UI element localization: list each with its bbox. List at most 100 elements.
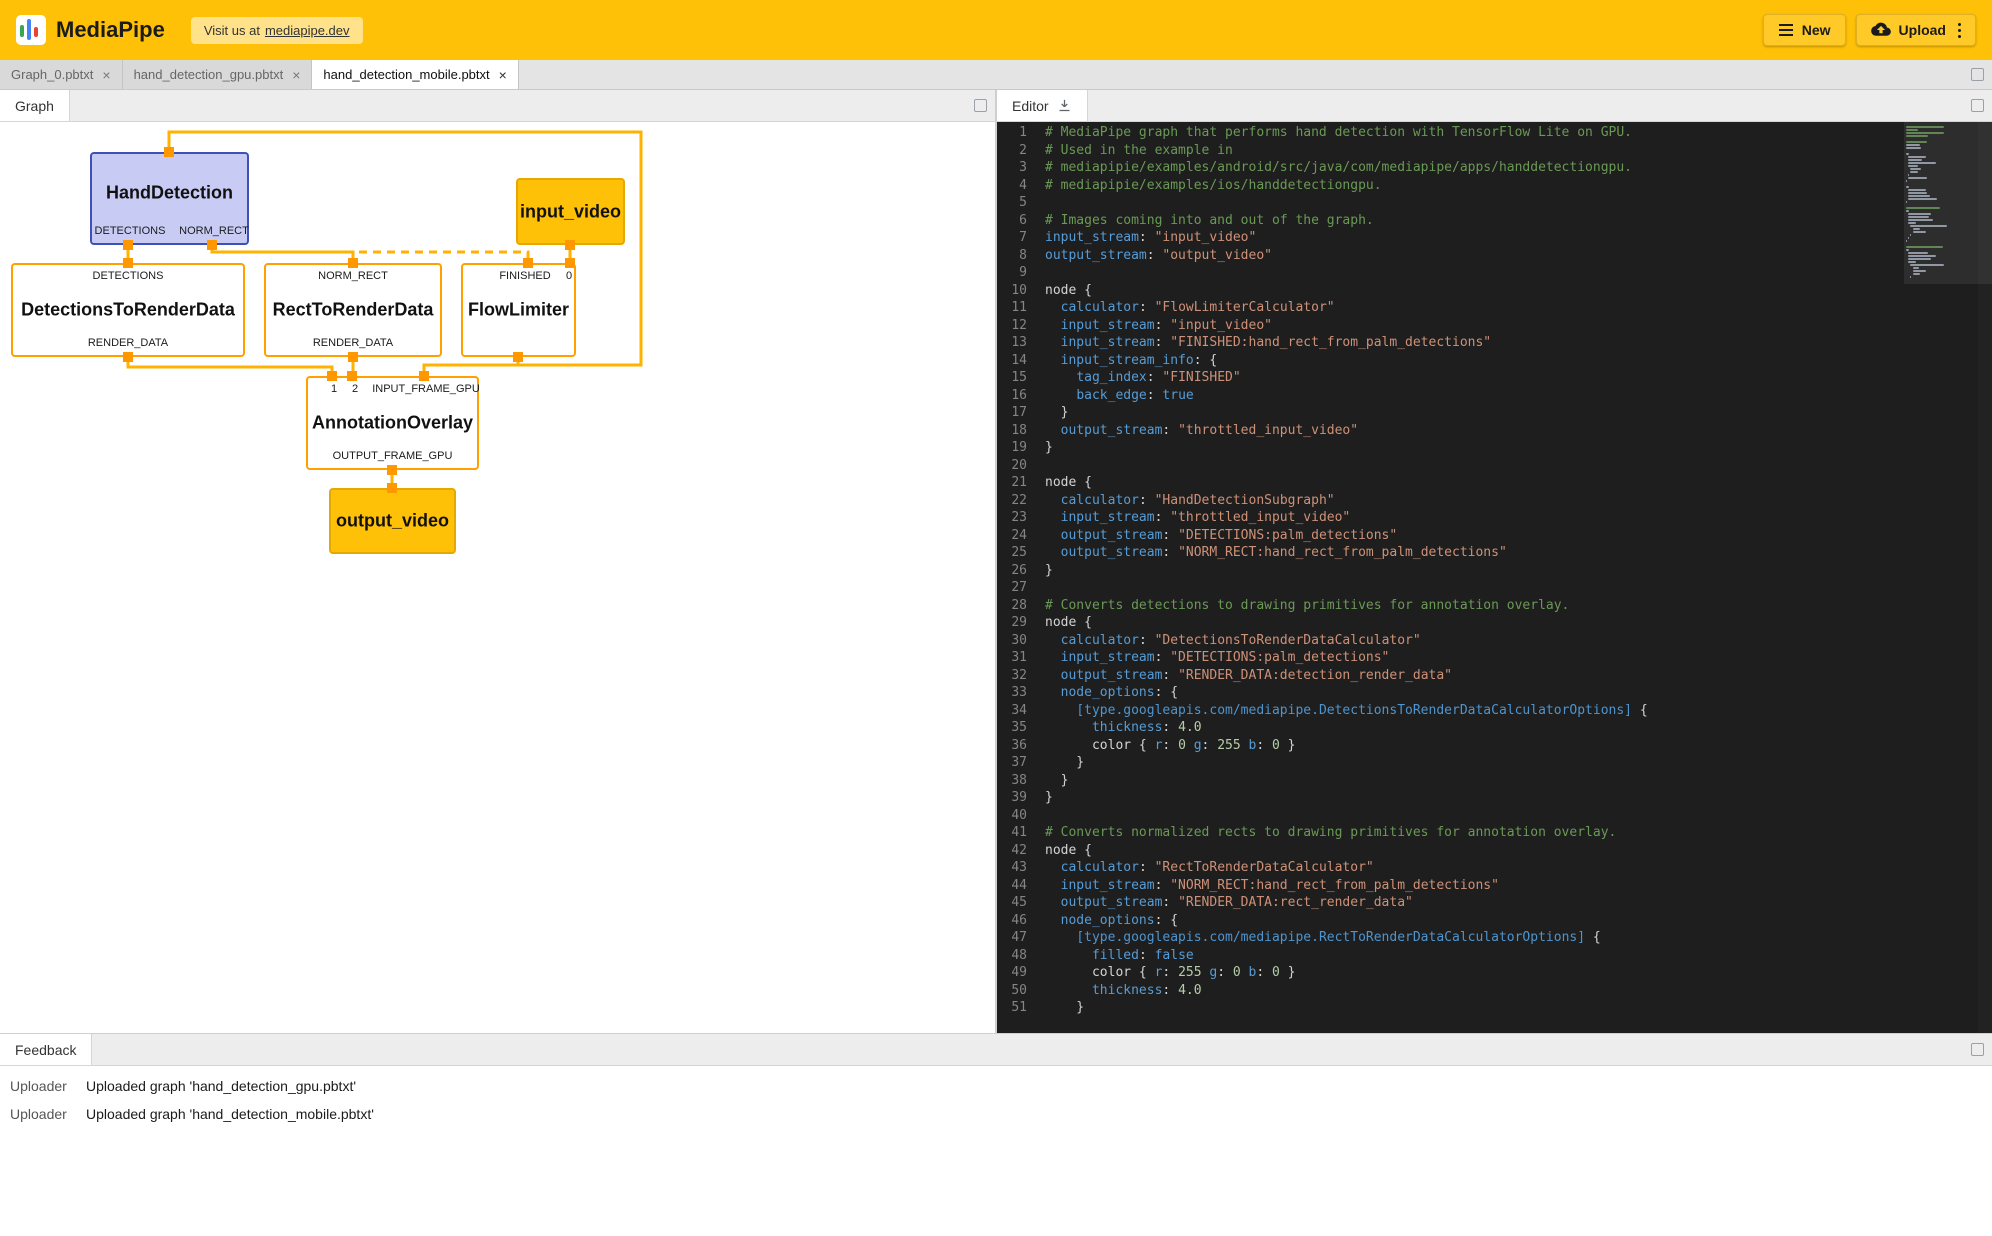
maximize-feedback-icon[interactable] — [1971, 1043, 1984, 1056]
line-number: 37 — [997, 754, 1045, 772]
code-line[interactable]: 50 thickness: 4.0 — [997, 982, 1992, 1000]
code-line[interactable]: 1# MediaPipe graph that performs hand de… — [997, 124, 1992, 142]
graph-node-annotation-overlay[interactable]: 1 2 INPUT_FRAME_GPU AnnotationOverlay OU… — [306, 376, 479, 470]
code-line[interactable]: 14 input_stream_info: { — [997, 352, 1992, 370]
code-line[interactable]: 26} — [997, 562, 1992, 580]
code-line[interactable]: 13 input_stream: "FINISHED:hand_rect_fro… — [997, 334, 1992, 352]
new-button[interactable]: New — [1763, 14, 1846, 46]
graph-node-rect-to-render-data[interactable]: NORM_RECT RectToRenderData RENDER_DATA — [264, 263, 442, 357]
code-line[interactable]: 48 filled: false — [997, 947, 1992, 965]
editor-scrollbar[interactable] — [1978, 122, 1992, 1033]
code-line[interactable]: 42node { — [997, 842, 1992, 860]
line-text: input_stream: "input_video" — [1045, 317, 1272, 335]
upload-menu-icon[interactable] — [1958, 23, 1961, 38]
code-line[interactable]: 25 output_stream: "NORM_RECT:hand_rect_f… — [997, 544, 1992, 562]
graph-node-flow-limiter[interactable]: FINISHED 0 FlowLimiter — [461, 263, 576, 357]
code-line[interactable]: 38 } — [997, 772, 1992, 790]
code-line[interactable]: 24 output_stream: "DETECTIONS:palm_detec… — [997, 527, 1992, 545]
tab-hand-detection-gpu-pbtxt[interactable]: hand_detection_gpu.pbtxt × — [123, 60, 313, 89]
download-icon[interactable] — [1057, 98, 1072, 113]
maximize-editor-icon[interactable] — [1971, 99, 1984, 112]
code-line[interactable]: 47 [type.googleapis.com/mediapipe.RectTo… — [997, 929, 1992, 947]
code-line[interactable]: 31 input_stream: "DETECTIONS:palm_detect… — [997, 649, 1992, 667]
code-line[interactable]: 51 } — [997, 999, 1992, 1017]
code-editor[interactable]: 1# MediaPipe graph that performs hand de… — [997, 122, 1992, 1033]
code-line[interactable]: 37 } — [997, 754, 1992, 772]
maximize-icon[interactable] — [1971, 68, 1984, 81]
code-line[interactable]: 49 color { r: 255 g: 0 b: 0 } — [997, 964, 1992, 982]
code-line[interactable]: 10node { — [997, 282, 1992, 300]
code-line[interactable]: 21node { — [997, 474, 1992, 492]
code-line[interactable]: 12 input_stream: "input_video" — [997, 317, 1992, 335]
close-tab-icon[interactable]: × — [499, 67, 507, 83]
code-line[interactable]: 29node { — [997, 614, 1992, 632]
code-line[interactable]: 27 — [997, 579, 1992, 597]
code-line[interactable]: 41# Converts normalized rects to drawing… — [997, 824, 1992, 842]
line-text: node { — [1045, 614, 1092, 632]
code-line[interactable]: 16 back_edge: true — [997, 387, 1992, 405]
code-line[interactable]: 17 } — [997, 404, 1992, 422]
maximize-graph-icon[interactable] — [974, 99, 987, 112]
line-number: 20 — [997, 457, 1045, 475]
graph-node-input-video[interactable]: input_video — [516, 178, 625, 245]
line-number: 5 — [997, 194, 1045, 212]
line-number: 2 — [997, 142, 1045, 160]
graph-node-output-video[interactable]: output_video — [329, 488, 456, 554]
code-line[interactable]: 39} — [997, 789, 1992, 807]
code-line[interactable]: 6# Images coming into and out of the gra… — [997, 212, 1992, 230]
tab-hand-detection-mobile-pbtxt[interactable]: hand_detection_mobile.pbtxt × — [312, 60, 518, 89]
upload-button[interactable]: Upload — [1856, 14, 1976, 46]
code-line[interactable]: 45 output_stream: "RENDER_DATA:rect_rend… — [997, 894, 1992, 912]
close-tab-icon[interactable]: × — [102, 67, 110, 83]
graph-node-detections-to-render-data[interactable]: DETECTIONS DetectionsToRenderData RENDER… — [11, 263, 245, 357]
code-line[interactable]: 32 output_stream: "RENDER_DATA:detection… — [997, 667, 1992, 685]
code-line[interactable]: 34 [type.googleapis.com/mediapipe.Detect… — [997, 702, 1992, 720]
line-number: 6 — [997, 212, 1045, 230]
feedback-source: Uploader — [10, 1078, 72, 1094]
code-line[interactable]: 20 — [997, 457, 1992, 475]
line-number: 42 — [997, 842, 1045, 860]
line-number: 40 — [997, 807, 1045, 825]
code-line[interactable]: 5 — [997, 194, 1992, 212]
code-line[interactable]: 18 output_stream: "throttled_input_video… — [997, 422, 1992, 440]
code-line[interactable]: 35 thickness: 4.0 — [997, 719, 1992, 737]
feedback-panel-strip: Feedback — [0, 1034, 1992, 1066]
code-line[interactable]: 30 calculator: "DetectionsToRenderDataCa… — [997, 632, 1992, 650]
code-line[interactable]: 22 calculator: "HandDetectionSubgraph" — [997, 492, 1992, 510]
code-line[interactable]: 46 node_options: { — [997, 912, 1992, 930]
close-tab-icon[interactable]: × — [292, 67, 300, 83]
code-line[interactable]: 33 node_options: { — [997, 684, 1992, 702]
line-text: color { r: 0 g: 255 b: 0 } — [1045, 737, 1295, 755]
tab-graph-0-pbtxt[interactable]: Graph_0.pbtxt × — [0, 60, 123, 89]
graph-canvas[interactable]: HandDetection DETECTIONS NORM_RECT input… — [0, 122, 995, 1033]
line-text: input_stream: "throttled_input_video" — [1045, 509, 1350, 527]
code-line[interactable]: 28# Converts detections to drawing primi… — [997, 597, 1992, 615]
code-line[interactable]: 4# mediapipie/examples/ios/handdetection… — [997, 177, 1992, 195]
editor-tab[interactable]: Editor — [997, 90, 1088, 121]
code-line[interactable]: 15 tag_index: "FINISHED" — [997, 369, 1992, 387]
code-line[interactable]: 2# Used in the example in — [997, 142, 1992, 160]
graph-tab[interactable]: Graph — [0, 90, 70, 121]
code-line[interactable]: 43 calculator: "RectToRenderDataCalculat… — [997, 859, 1992, 877]
code-line[interactable]: 3# mediapipie/examples/android/src/java/… — [997, 159, 1992, 177]
line-text: # Converts detections to drawing primiti… — [1045, 597, 1569, 615]
line-number: 21 — [997, 474, 1045, 492]
code-line[interactable]: 7input_stream: "input_video" — [997, 229, 1992, 247]
line-text: calculator: "FlowLimiterCalculator" — [1045, 299, 1335, 317]
code-line[interactable]: 23 input_stream: "throttled_input_video" — [997, 509, 1992, 527]
code-line[interactable]: 11 calculator: "FlowLimiterCalculator" — [997, 299, 1992, 317]
mediapipe-dev-link[interactable]: mediapipe.dev — [265, 23, 350, 38]
line-text — [1045, 807, 1053, 825]
code-line[interactable]: 9 — [997, 264, 1992, 282]
input-port-label: 0 — [566, 270, 572, 282]
graph-node-hand-detection[interactable]: HandDetection DETECTIONS NORM_RECT — [90, 152, 249, 245]
code-line[interactable]: 8output_stream: "output_video" — [997, 247, 1992, 265]
code-line[interactable]: 40 — [997, 807, 1992, 825]
code-line[interactable]: 36 color { r: 0 g: 255 b: 0 } — [997, 737, 1992, 755]
line-number: 22 — [997, 492, 1045, 510]
code-line[interactable]: 44 input_stream: "NORM_RECT:hand_rect_fr… — [997, 877, 1992, 895]
code-line[interactable]: 19} — [997, 439, 1992, 457]
main-split: Graph HandDetection DETECTIONS NORM_RECT… — [0, 90, 1992, 1033]
feedback-tab[interactable]: Feedback — [0, 1034, 92, 1065]
line-number: 8 — [997, 247, 1045, 265]
